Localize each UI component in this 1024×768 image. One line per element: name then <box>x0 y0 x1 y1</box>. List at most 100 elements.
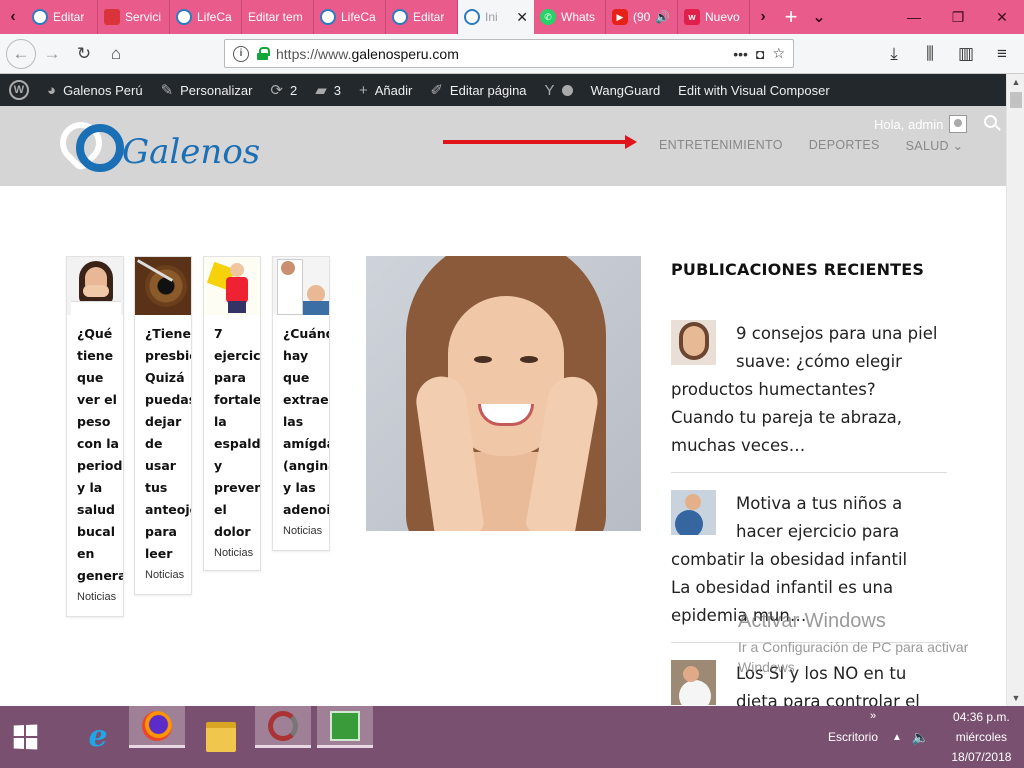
taskbar-app-camtasia[interactable] <box>317 706 373 748</box>
yoast-icon: Y <box>544 81 555 99</box>
pencil-icon: ✐ <box>430 82 443 99</box>
updates-link[interactable]: ⟳ 2 <box>261 74 306 106</box>
wordpress-logo-button[interactable]: W <box>0 74 38 106</box>
folder-icon <box>206 722 236 752</box>
post-card[interactable]: 7 ejercicio para fortalec la espalda y p… <box>203 256 261 571</box>
search-icon[interactable] <box>984 115 997 128</box>
taskbar-app-recorder[interactable] <box>255 706 311 748</box>
menu-item-deportes[interactable]: DEPORTES <box>809 138 880 153</box>
url-bar[interactable]: i https://www.galenosperu.com ••• ◘ ☆ <box>224 39 794 68</box>
comments-link[interactable]: ▰ 3 <box>306 74 350 106</box>
speaker-icon[interactable]: 🔊 <box>655 10 670 24</box>
browser-tab[interactable]: Servici <box>98 0 170 34</box>
minimize-button[interactable]: — <box>892 0 936 34</box>
post-title[interactable]: ¿Qué tiene que ver el peso con la period… <box>67 315 123 587</box>
info-icon[interactable]: i <box>233 45 249 62</box>
browser-tab[interactable]: ✆ Whats <box>534 0 606 34</box>
customize-link[interactable]: ✎ Personalizar <box>152 74 262 106</box>
youtube-favicon-icon: ▶ <box>612 9 628 25</box>
tab-list-chevron-down-icon[interactable]: ⌄ <box>806 0 832 34</box>
yoast-link[interactable]: Y <box>536 74 582 106</box>
browser-tab[interactable]: Editar <box>26 0 98 34</box>
close-icon[interactable]: ✕ <box>516 9 528 26</box>
scrollbar-thumb[interactable] <box>1010 92 1022 108</box>
scroll-down-icon[interactable]: ▼ <box>1007 690 1024 706</box>
plus-icon: + <box>359 81 368 99</box>
browser-tab[interactable]: LifeCa <box>170 0 242 34</box>
wordpress-icon: W <box>9 80 29 100</box>
browser-tab-active[interactable]: Ini ✕ <box>458 0 534 34</box>
download-icon[interactable]: ⤓ <box>878 38 910 70</box>
user-greeting[interactable]: Hola, admin <box>874 115 968 133</box>
post-title[interactable]: 7 ejercicio para fortalec la espalda y p… <box>204 315 260 543</box>
taskbar-app-firefox[interactable] <box>129 706 185 748</box>
post-card[interactable]: ¿Tienes presbici Quizá puedas dejar de u… <box>134 256 192 595</box>
post-thumbnail[interactable] <box>273 257 329 315</box>
site-logo[interactable]: Galenos <box>51 113 260 174</box>
activate-windows-watermark: Activar Windows Ir a Configuración de PC… <box>738 610 969 675</box>
bookmark-star-icon[interactable]: ☆ <box>772 45 785 62</box>
pocket-icon[interactable]: ◘ <box>756 46 764 62</box>
reload-button[interactable]: ↻ <box>68 38 100 70</box>
menu-icon[interactable]: ≡ <box>986 38 1018 70</box>
menu-item-salud[interactable]: SALUD ⌄ <box>906 138 964 153</box>
new-tab-button[interactable]: + <box>776 0 806 34</box>
browser-tab[interactable]: Editar tem <box>242 0 314 34</box>
post-thumbnail[interactable] <box>204 257 260 315</box>
edit-page-link[interactable]: ✐ Editar página <box>421 74 535 106</box>
home-button[interactable]: ⌂ <box>100 38 132 70</box>
featured-image[interactable] <box>366 256 641 531</box>
forward-button[interactable]: → <box>36 38 68 70</box>
sidebar-icon[interactable]: ▥ <box>950 38 982 70</box>
visual-composer-link[interactable]: Edit with Visual Composer <box>669 74 839 106</box>
back-button[interactable]: ← <box>6 38 36 69</box>
tab-scroll-left-button[interactable]: ‹ <box>0 0 26 34</box>
recent-post-item[interactable]: 9 consejos para una piel suave: ¿cómo el… <box>671 320 947 460</box>
desktop-toolbar[interactable]: Escritorio <box>828 730 878 744</box>
brush-icon: ✎ <box>160 82 174 99</box>
avatar <box>949 115 968 133</box>
browser-tab[interactable]: ▶ (90 🔊 <box>606 0 678 34</box>
tray-chevron-up-icon[interactable]: ▲ <box>892 732 902 743</box>
volume-icon[interactable]: 🔈 <box>912 729 929 746</box>
close-window-button[interactable]: ✕ <box>980 0 1024 34</box>
vertical-scrollbar[interactable]: ▲ ▼ <box>1006 74 1024 706</box>
menu-item-entretenimiento[interactable]: ENTRETENIMIENTO <box>659 138 783 153</box>
start-button[interactable] <box>0 706 50 768</box>
toolbar-right: ⤓ ⫼ ▥ ≡ <box>878 38 1018 70</box>
taskbar-app-ie[interactable]: e <box>70 716 126 758</box>
post-category[interactable]: Noticias <box>273 521 329 545</box>
post-card[interactable]: ¿Cuándo hay que extraer las amígdal (ang… <box>272 256 330 551</box>
browser-tab[interactable]: Editar <box>386 0 458 34</box>
restore-button[interactable]: ❐ <box>936 0 980 34</box>
lock-icon <box>257 47 270 60</box>
page-actions-icon[interactable]: ••• <box>733 46 748 62</box>
post-category[interactable]: Noticias <box>204 543 260 567</box>
recent-post-thumbnail[interactable] <box>671 320 716 365</box>
library-icon[interactable]: ⫼ <box>914 38 946 70</box>
post-category[interactable]: Noticias <box>67 587 123 611</box>
show-hidden-icons-icon[interactable]: » <box>870 710 876 722</box>
taskbar-app-explorer[interactable] <box>193 716 249 758</box>
galenos-favicon-icon <box>32 9 48 25</box>
tab-scroll-right-button[interactable]: › <box>750 0 776 34</box>
url-text[interactable]: https://www.galenosperu.com <box>276 46 725 62</box>
post-title[interactable]: ¿Cuándo hay que extraer las amígdal (ang… <box>273 315 329 521</box>
post-thumbnail[interactable] <box>67 257 123 315</box>
site-name-link[interactable]: ◕ Galenos Perú <box>38 74 152 106</box>
add-new-link[interactable]: + Añadir <box>350 74 421 106</box>
scroll-up-icon[interactable]: ▲ <box>1007 74 1024 90</box>
browser-tab[interactable]: w Nuevo <box>678 0 750 34</box>
post-thumbnail[interactable] <box>135 257 191 315</box>
chevron-down-icon: ⌄ <box>952 139 964 153</box>
post-card[interactable]: ¿Qué tiene que ver el peso con la period… <box>66 256 124 617</box>
taskbar-clock[interactable]: 04:36 p.m. miércoles 18/07/2018 <box>951 707 1011 767</box>
browser-tab[interactable]: LifeCa <box>314 0 386 34</box>
recent-post-thumbnail[interactable] <box>671 490 716 535</box>
recent-post-item[interactable]: Motiva a tus niños a hacer ejercicio par… <box>671 490 947 630</box>
recent-post-thumbnail[interactable] <box>671 660 716 705</box>
logo-heart-icon <box>51 113 132 174</box>
post-category[interactable]: Noticias <box>135 565 191 589</box>
post-title[interactable]: ¿Tienes presbici Quizá puedas dejar de u… <box>135 315 191 565</box>
wangguard-link[interactable]: WangGuard <box>582 74 670 106</box>
